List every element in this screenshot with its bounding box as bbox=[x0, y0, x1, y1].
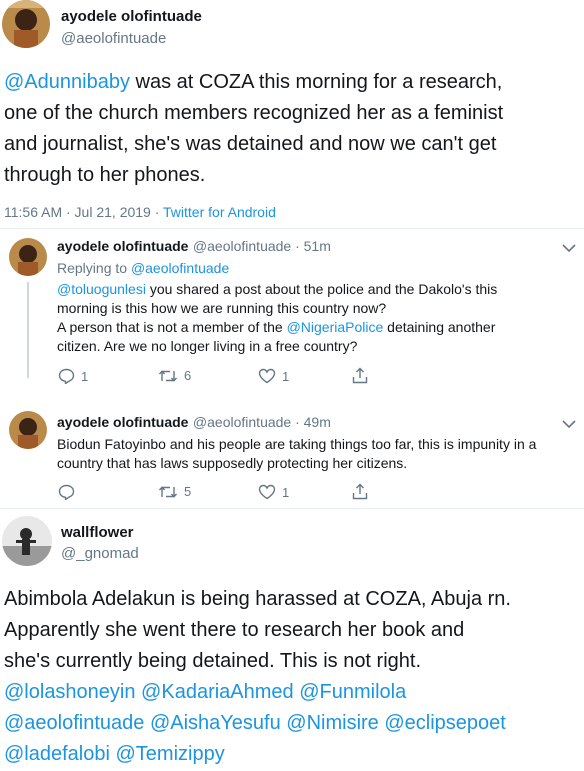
mention-link[interactable]: @toluogunlesi bbox=[57, 281, 146, 297]
thread-line bbox=[27, 282, 29, 378]
share-button[interactable] bbox=[352, 483, 368, 500]
mention-links[interactable]: @aeolofintuade @AishaYesufu @Nimisire @e… bbox=[4, 708, 582, 739]
mention-link[interactable]: @NigeriaPolice bbox=[287, 319, 384, 335]
tweet-text: Abimbola Adelakun is being harassed at C… bbox=[4, 584, 582, 770]
reply-icon bbox=[58, 368, 75, 384]
share-icon bbox=[352, 483, 368, 500]
author-name[interactable]: ayodele olofintuade bbox=[61, 8, 202, 25]
replying-to: Replying to @aeolofintuade bbox=[57, 260, 230, 276]
tweet-text: @Adunnibaby was at COZA this morning for… bbox=[4, 71, 504, 186]
author-handle[interactable]: @aeolofintuade bbox=[61, 30, 166, 47]
avatar[interactable] bbox=[9, 238, 47, 276]
share-button[interactable] bbox=[352, 367, 368, 384]
divider bbox=[0, 228, 584, 229]
tweet-header: ayodele olofintuade @aeolofintuade · 51m bbox=[57, 238, 331, 256]
like-button[interactable]: 1 bbox=[258, 484, 289, 500]
reply-text: @toluogunlesi you shared a post about th… bbox=[57, 281, 498, 354]
divider bbox=[0, 508, 584, 509]
chevron-down-icon[interactable] bbox=[562, 416, 576, 434]
like-button[interactable]: 1 bbox=[258, 368, 289, 384]
mention-links[interactable]: @lolashoneyin @KadariaAhmed @Funmilola bbox=[4, 677, 582, 708]
retweet-button[interactable]: 5 bbox=[158, 484, 191, 499]
reply-button[interactable] bbox=[58, 484, 75, 500]
chevron-down-icon[interactable] bbox=[562, 240, 576, 258]
retweet-icon bbox=[158, 369, 178, 382]
author-name[interactable]: wallflower bbox=[61, 524, 134, 541]
reply-icon bbox=[58, 484, 75, 500]
reply-button[interactable]: 1 bbox=[58, 368, 88, 384]
share-icon bbox=[352, 367, 368, 384]
mention-link[interactable]: @Adunnibaby bbox=[4, 71, 130, 93]
mention-links[interactable]: @ladefalobi @Temizippy bbox=[4, 739, 582, 770]
retweet-button[interactable]: 6 bbox=[158, 368, 191, 383]
avatar[interactable] bbox=[2, 0, 50, 48]
retweet-icon bbox=[158, 485, 178, 498]
avatar[interactable] bbox=[2, 516, 52, 566]
like-icon bbox=[258, 368, 276, 384]
client-link[interactable]: Twitter for Android bbox=[163, 204, 276, 220]
tweet-timestamp: 11:56 AM · Jul 21, 2019 · Twitter for An… bbox=[4, 204, 276, 220]
author-handle[interactable]: @aeolofintuade · 51m bbox=[193, 238, 331, 254]
tweet-header: ayodele olofintuade @aeolofintuade · 49m bbox=[57, 414, 331, 432]
avatar[interactable] bbox=[9, 411, 47, 449]
author-handle[interactable]: @_gnomad bbox=[61, 545, 139, 562]
author-name[interactable]: ayodele olofintuade bbox=[57, 414, 188, 430]
like-icon bbox=[258, 484, 276, 500]
author-handle[interactable]: @aeolofintuade · 49m bbox=[193, 414, 331, 430]
mention-link[interactable]: @aeolofintuade bbox=[131, 260, 229, 276]
author-name[interactable]: ayodele olofintuade bbox=[57, 238, 188, 254]
reply-text: Biodun Fatoyinbo and his people are taki… bbox=[57, 436, 537, 471]
